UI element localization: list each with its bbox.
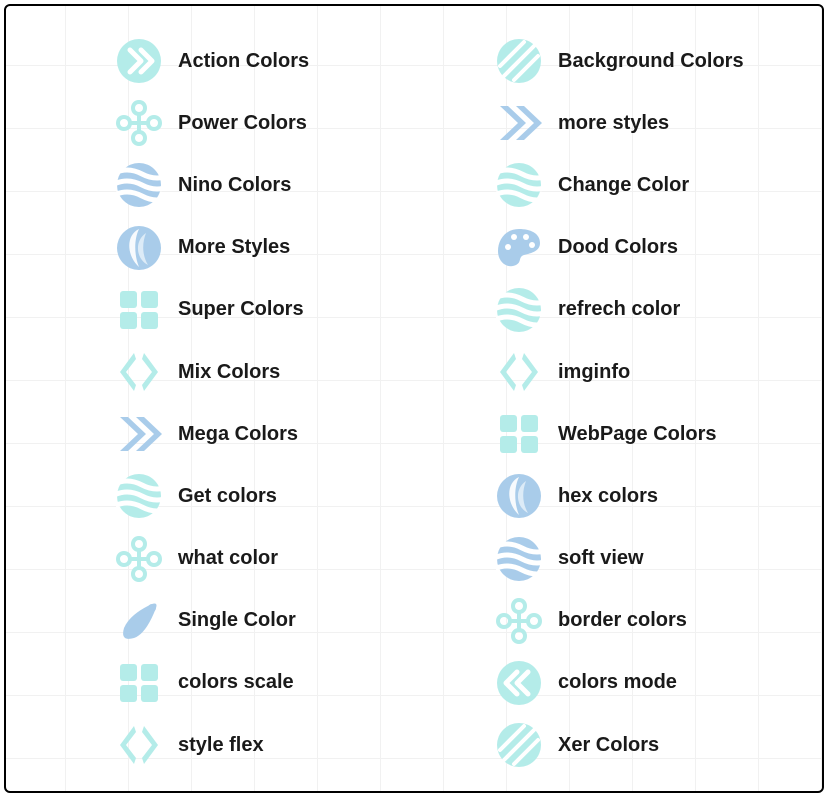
quad-tiles-icon [116,660,162,706]
extension-label: what color [178,547,278,570]
wave-sphere-icon [116,473,162,519]
extension-label: Background Colors [558,50,744,73]
hatched-sphere-icon [496,722,542,768]
extension-label: imginfo [558,361,630,384]
column-left: Action Colors Power Colors Nino Colors More… [116,30,426,776]
extension-item[interactable]: Super Colors [116,279,426,341]
extension-item[interactable]: hex colors [496,465,806,527]
wave-sphere-icon [496,536,542,582]
chevrons-circle-icon [116,38,162,84]
extension-label: hex colors [558,485,658,508]
extension-item[interactable]: Mega Colors [116,403,426,465]
extension-label: Xer Colors [558,734,659,757]
extension-label: More Styles [178,236,290,259]
extension-item[interactable]: Action Colors [116,30,426,92]
extension-label: refrech color [558,298,680,321]
cross-loops-icon [116,536,162,582]
extension-item[interactable]: WebPage Colors [496,403,806,465]
extension-label: Change Color [558,174,689,197]
swirl-leaf-icon [116,225,162,271]
extension-label: Power Colors [178,112,307,135]
extension-label: Get colors [178,485,277,508]
quad-tiles-icon [116,287,162,333]
extension-item[interactable]: Power Colors [116,92,426,154]
extension-label: soft view [558,547,644,570]
extension-label: border colors [558,609,687,632]
angle-pair-icon [116,349,162,395]
extension-label: Single Color [178,609,296,632]
extension-item[interactable]: Xer Colors [496,714,806,776]
columns-container: Action Colors Power Colors Nino Colors More… [6,6,822,793]
quad-tiles-icon [496,411,542,457]
extension-item[interactable]: more styles [496,92,806,154]
extension-item[interactable]: More Styles [116,217,426,279]
extension-item[interactable]: colors scale [116,652,426,714]
wave-sphere-icon [116,162,162,208]
extension-label: Action Colors [178,50,309,73]
extension-item[interactable]: Get colors [116,465,426,527]
extension-item[interactable]: border colors [496,590,806,652]
extension-label: more styles [558,112,669,135]
extension-item[interactable]: imginfo [496,341,806,403]
extension-list-frame: Action Colors Power Colors Nino Colors More… [4,4,824,793]
hatched-sphere-icon [496,38,542,84]
extension-label: colors mode [558,671,677,694]
extension-label: colors scale [178,671,294,694]
chevrons-left-icon [496,660,542,706]
extension-item[interactable]: soft view [496,528,806,590]
extension-label: style flex [178,734,264,757]
extension-label: Dood Colors [558,236,678,259]
swirl-leaf-icon [496,473,542,519]
wave-sphere-icon [496,162,542,208]
extension-item[interactable]: refrech color [496,279,806,341]
wave-sphere-icon [496,287,542,333]
palette-icon [496,225,542,271]
extension-item[interactable]: Change Color [496,154,806,216]
extension-item[interactable]: what color [116,528,426,590]
extension-label: Nino Colors [178,174,291,197]
extension-item[interactable]: style flex [116,714,426,776]
chevrons-solid-icon [496,100,542,146]
chevrons-solid-icon [116,411,162,457]
extension-item[interactable]: Dood Colors [496,217,806,279]
extension-label: WebPage Colors [558,423,717,446]
brush-dot-icon [116,598,162,644]
extension-item[interactable]: Mix Colors [116,341,426,403]
cross-loops-icon [116,100,162,146]
angle-pair-icon [496,349,542,395]
angle-pair-icon [116,722,162,768]
extension-item[interactable]: Single Color [116,590,426,652]
extension-label: Mega Colors [178,423,298,446]
cross-loops-icon [496,598,542,644]
column-right: Background Colors more styles Change Color… [496,30,806,776]
extension-item[interactable]: Background Colors [496,30,806,92]
extension-label: Mix Colors [178,361,280,384]
extension-label: Super Colors [178,298,304,321]
extension-item[interactable]: Nino Colors [116,154,426,216]
extension-item[interactable]: colors mode [496,652,806,714]
